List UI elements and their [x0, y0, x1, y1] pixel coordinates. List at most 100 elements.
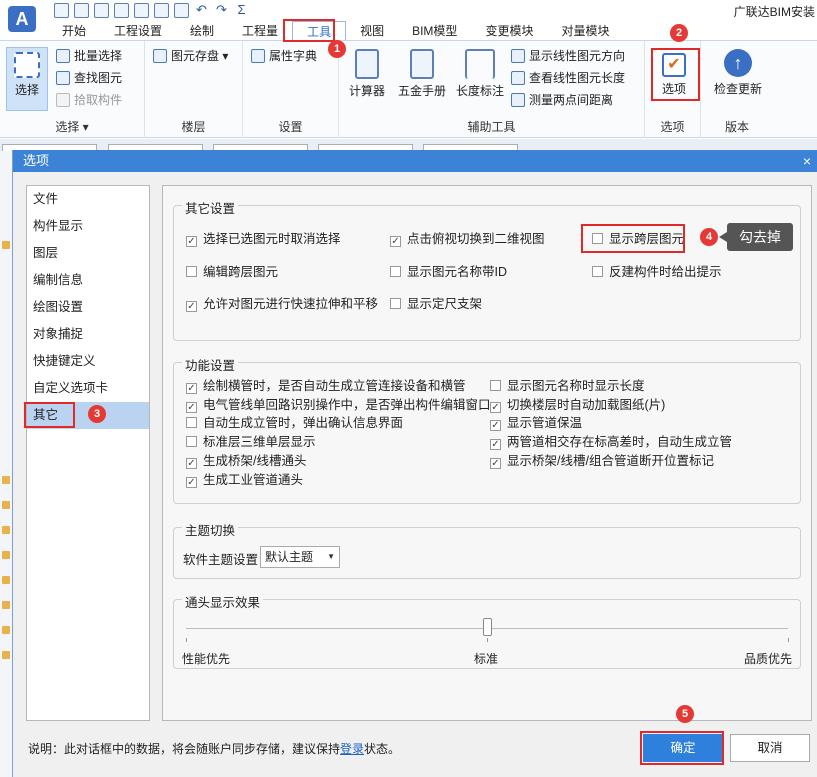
- opt-show-break-mark[interactable]: ✓ 显示桥架/线槽/组合管道断开位置标记: [490, 453, 714, 469]
- element-save-label: 图元存盘: [171, 49, 220, 63]
- tab-change-module[interactable]: 变更模块: [471, 21, 547, 41]
- grid-icon[interactable]: [134, 3, 149, 18]
- property-dict-button[interactable]: 属性字典: [251, 47, 317, 65]
- tab-start[interactable]: 开始: [48, 21, 100, 41]
- checkbox[interactable]: ✓: [490, 458, 501, 469]
- checkbox[interactable]: [390, 298, 401, 309]
- opt-tray-fitting[interactable]: ✓ 生成桥架/线槽通头: [186, 453, 306, 469]
- length-icon: [511, 71, 525, 85]
- opt-single-loop-popup[interactable]: ✓ 电气管线单回路识别操作中，是否弹出构件编辑窗口: [186, 397, 491, 413]
- opt-std-floor-3d[interactable]: 标准层三维单层显示: [186, 434, 316, 450]
- redo-icon[interactable]: ↷: [214, 3, 229, 18]
- view-length-button[interactable]: 查看线性图元长度: [511, 69, 625, 87]
- slider-thumb[interactable]: [483, 618, 492, 636]
- sidebar-item-object-snap[interactable]: 对象捕捉: [27, 321, 149, 348]
- checkbox[interactable]: ✓: [186, 236, 197, 247]
- sum-icon[interactable]: Σ: [234, 3, 249, 18]
- opt-show-length[interactable]: 显示图元名称时显示长度: [490, 378, 645, 394]
- pick-component-label: 拾取构件: [74, 93, 123, 107]
- show-direction-label: 显示线性图元方向: [529, 49, 626, 63]
- check-update-button[interactable]: ↑ 检查更新: [705, 49, 771, 97]
- app-logo[interactable]: A: [8, 6, 36, 32]
- opt-edit-cross-layer[interactable]: 编辑跨层图元: [186, 264, 278, 280]
- close-icon[interactable]: ×: [803, 150, 811, 172]
- checkbox[interactable]: [592, 266, 603, 277]
- checkbox[interactable]: ✓: [490, 402, 501, 413]
- theme-label: 软件主题设置: [183, 553, 259, 567]
- select-button[interactable]: 选择: [6, 47, 48, 111]
- open-icon[interactable]: [74, 3, 89, 18]
- opt-top-view-2d[interactable]: ✓ 点击俯视切换到二维视图: [390, 231, 545, 247]
- annotation-badge-2: 2: [670, 24, 688, 42]
- hardware-manual-button[interactable]: 五金手册: [395, 49, 449, 99]
- opt-show-name-id[interactable]: 显示图元名称带ID: [390, 264, 507, 280]
- tab-view[interactable]: 视图: [346, 21, 398, 41]
- other-settings-group: 其它设置 ✓ 选择已选图元时取消选择 ✓ 点击俯视切换到二维视图 显示跨层图元 编辑…: [173, 198, 801, 341]
- sidebar-item-file[interactable]: 文件: [27, 186, 149, 213]
- direction-icon: [511, 49, 525, 63]
- find-element-label: 查找图元: [74, 71, 123, 85]
- sidebar-item-custom-tab[interactable]: 自定义选项卡: [27, 375, 149, 402]
- save-icon[interactable]: [94, 3, 109, 18]
- cancel-button[interactable]: 取消: [730, 734, 810, 762]
- new-icon[interactable]: [54, 3, 69, 18]
- pick-component-button[interactable]: 拾取构件: [56, 91, 122, 109]
- checkbox[interactable]: [186, 266, 197, 277]
- checkbox[interactable]: ✓: [490, 439, 501, 450]
- cloud-icon[interactable]: [114, 3, 129, 18]
- checkbox[interactable]: ✓: [186, 301, 197, 312]
- element-save-button[interactable]: 图元存盘 ▾: [153, 47, 228, 65]
- length-dimension-button[interactable]: 长度标注: [453, 49, 507, 99]
- sidebar-item-compile-info[interactable]: 编制信息: [27, 267, 149, 294]
- opt-show-insulation[interactable]: ✓ 显示管道保温: [490, 415, 582, 431]
- opt-quick-stretch[interactable]: ✓ 允许对图元进行快速拉伸和平移: [186, 296, 378, 312]
- import-icon[interactable]: [174, 3, 189, 18]
- opt-auto-load-drawing[interactable]: ✓ 切换楼层时自动加载图纸(片): [490, 397, 665, 413]
- export-icon[interactable]: [154, 3, 169, 18]
- login-link[interactable]: 登录: [340, 742, 364, 756]
- sidebar-item-shortcuts[interactable]: 快捷键定义: [27, 348, 149, 375]
- checkbox[interactable]: ✓: [390, 236, 401, 247]
- length-dimension-label: 长度标注: [455, 84, 504, 98]
- tab-draw[interactable]: 绘制: [176, 21, 228, 41]
- sidebar-item-layer[interactable]: 图层: [27, 240, 149, 267]
- checkbox[interactable]: [390, 266, 401, 277]
- measure-distance-label: 测量两点间距离: [529, 93, 614, 107]
- opt-deselect-on-reselect[interactable]: ✓ 选择已选图元时取消选择: [186, 231, 341, 247]
- find-element-button[interactable]: 查找图元: [56, 69, 122, 87]
- checkbox[interactable]: ✓: [186, 383, 197, 394]
- calculator-icon: [355, 49, 379, 79]
- group-version: ↑ 检查更新 版本: [701, 41, 773, 138]
- upload-arrow-icon: ↑: [724, 49, 752, 77]
- opt-auto-riser-elevation[interactable]: ✓ 两管道相交存在标高差时，自动生成立管: [490, 434, 732, 450]
- dimension-icon: [465, 49, 495, 79]
- measure-distance-button[interactable]: 测量两点间距离: [511, 91, 613, 109]
- opt-auto-riser-connect[interactable]: ✓ 绘制横管时，是否自动生成立管连接设备和横管: [186, 378, 466, 394]
- options-dialog: 选项 × 文件 构件显示 图层 编制信息 绘图设置 对象捕捉 快捷键定义 自定义…: [12, 150, 817, 777]
- checkbox[interactable]: ✓: [186, 402, 197, 413]
- sidebar-item-component-display[interactable]: 构件显示: [27, 213, 149, 240]
- checkbox[interactable]: [490, 380, 501, 391]
- annotation-box-ok: [640, 731, 724, 765]
- tab-project-settings[interactable]: 工程设置: [100, 21, 176, 41]
- theme-select[interactable]: 默认主题 ▼: [260, 546, 340, 568]
- calculator-button[interactable]: 计算器: [345, 49, 389, 99]
- checkbox[interactable]: [186, 436, 197, 447]
- opt-reverse-build-hint[interactable]: 反建构件时给出提示: [592, 264, 722, 280]
- checkbox[interactable]: ✓: [490, 420, 501, 431]
- checkbox[interactable]: ✓: [186, 477, 197, 488]
- checkbox[interactable]: ✓: [186, 458, 197, 469]
- undo-icon[interactable]: ↶: [194, 3, 209, 18]
- tab-compare-module[interactable]: 对量模块: [547, 21, 623, 41]
- tab-bim-model[interactable]: BIM模型: [398, 21, 471, 41]
- opt-industrial-fitting[interactable]: ✓ 生成工业管道通头: [186, 472, 303, 488]
- opt-riser-confirm[interactable]: 自动生成立管时，弹出确认信息界面: [186, 415, 403, 431]
- group-select-label[interactable]: 选择 ▾: [0, 118, 144, 135]
- sidebar-item-drawing-settings[interactable]: 绘图设置: [27, 294, 149, 321]
- show-direction-button[interactable]: 显示线性图元方向: [511, 47, 625, 65]
- annotation-box-other: [24, 402, 75, 428]
- checkbox[interactable]: [186, 417, 197, 428]
- opt-show-fixed-bracket[interactable]: 显示定尺支架: [390, 296, 482, 312]
- pick-icon: [56, 93, 70, 107]
- batch-select-button[interactable]: 批量选择: [56, 47, 122, 65]
